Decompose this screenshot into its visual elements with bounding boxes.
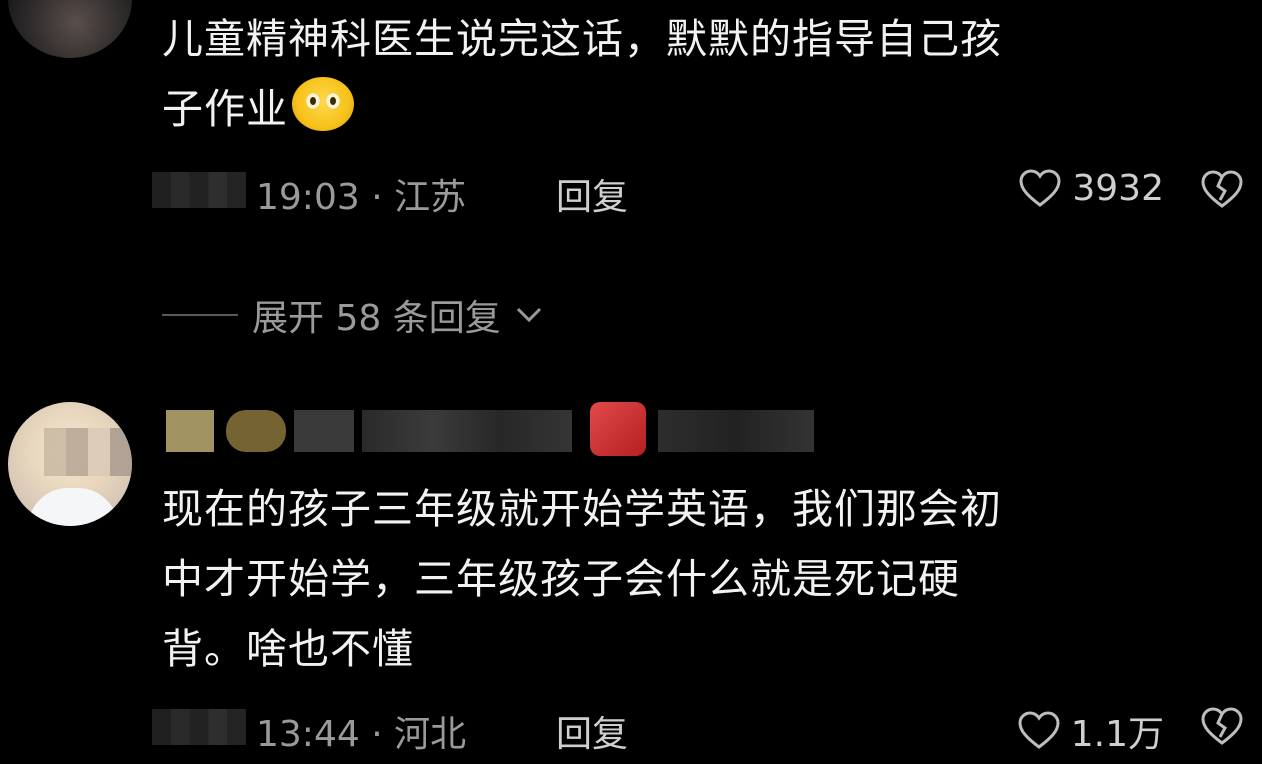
comment-text: 儿童精神科医生说完这话，默默的指导自己孩 子作业 [162, 4, 1222, 144]
like-button[interactable]: 3932 [1018, 168, 1164, 209]
comment-text-span: 子作业 [162, 85, 288, 133]
divider [162, 314, 238, 316]
like-button[interactable]: 1.1万 [1017, 705, 1164, 757]
comment-text-line: 儿童精神科医生说完这话，默默的指导自己孩 [162, 15, 1002, 63]
avatar-shirt [28, 488, 118, 526]
reply-button[interactable]: 回复 [556, 705, 628, 757]
level-badge [590, 402, 646, 456]
pleading-face-emoji-icon [292, 77, 354, 131]
heart-icon [1018, 711, 1060, 749]
comment-meta: 13:44 · 河北 回复 1.1万 [152, 703, 1244, 755]
comment-time-location: 13:44 · 河北 [256, 714, 467, 755]
reply-button[interactable]: 回复 [556, 168, 628, 220]
comment-time-location: 19:03 · 江苏 [256, 177, 467, 218]
comment-text-line: 中才开始学，三年级孩子会什么就是死记硬 [162, 555, 960, 603]
redacted-username[interactable] [166, 402, 816, 456]
expand-replies-label: 展开 58 条回复 [252, 298, 501, 339]
comment-text: 现在的孩子三年级就开始学英语，我们那会初 中才开始学，三年级孩子会什么就是死记硬… [162, 474, 1222, 684]
redaction-block [166, 410, 214, 452]
chevron-down-icon [516, 307, 541, 323]
redaction-block [226, 410, 286, 452]
avatar[interactable] [8, 0, 132, 58]
comment-text-line: 现在的孩子三年级就开始学英语，我们那会初 [162, 485, 1002, 533]
avatar-blur [44, 428, 132, 476]
like-count: 1.1万 [1070, 714, 1164, 755]
redacted-date [152, 709, 246, 745]
redaction-block [658, 410, 814, 452]
like-count: 3932 [1072, 168, 1164, 209]
redacted-date [152, 172, 246, 208]
broken-heart-icon[interactable] [1200, 707, 1244, 747]
heart-icon [1019, 168, 1061, 207]
comment-text-line: 子作业 [162, 74, 1222, 144]
avatar[interactable] [8, 402, 132, 526]
comment-meta: 19:03 · 江苏 回复 3932 [152, 166, 1244, 218]
broken-heart-icon[interactable] [1200, 170, 1244, 210]
redaction-block [362, 410, 572, 452]
redaction-block [294, 410, 354, 452]
comment-text-line: 背。啥也不懂 [162, 625, 414, 673]
expand-replies-button[interactable]: 展开 58 条回复 [162, 290, 543, 340]
